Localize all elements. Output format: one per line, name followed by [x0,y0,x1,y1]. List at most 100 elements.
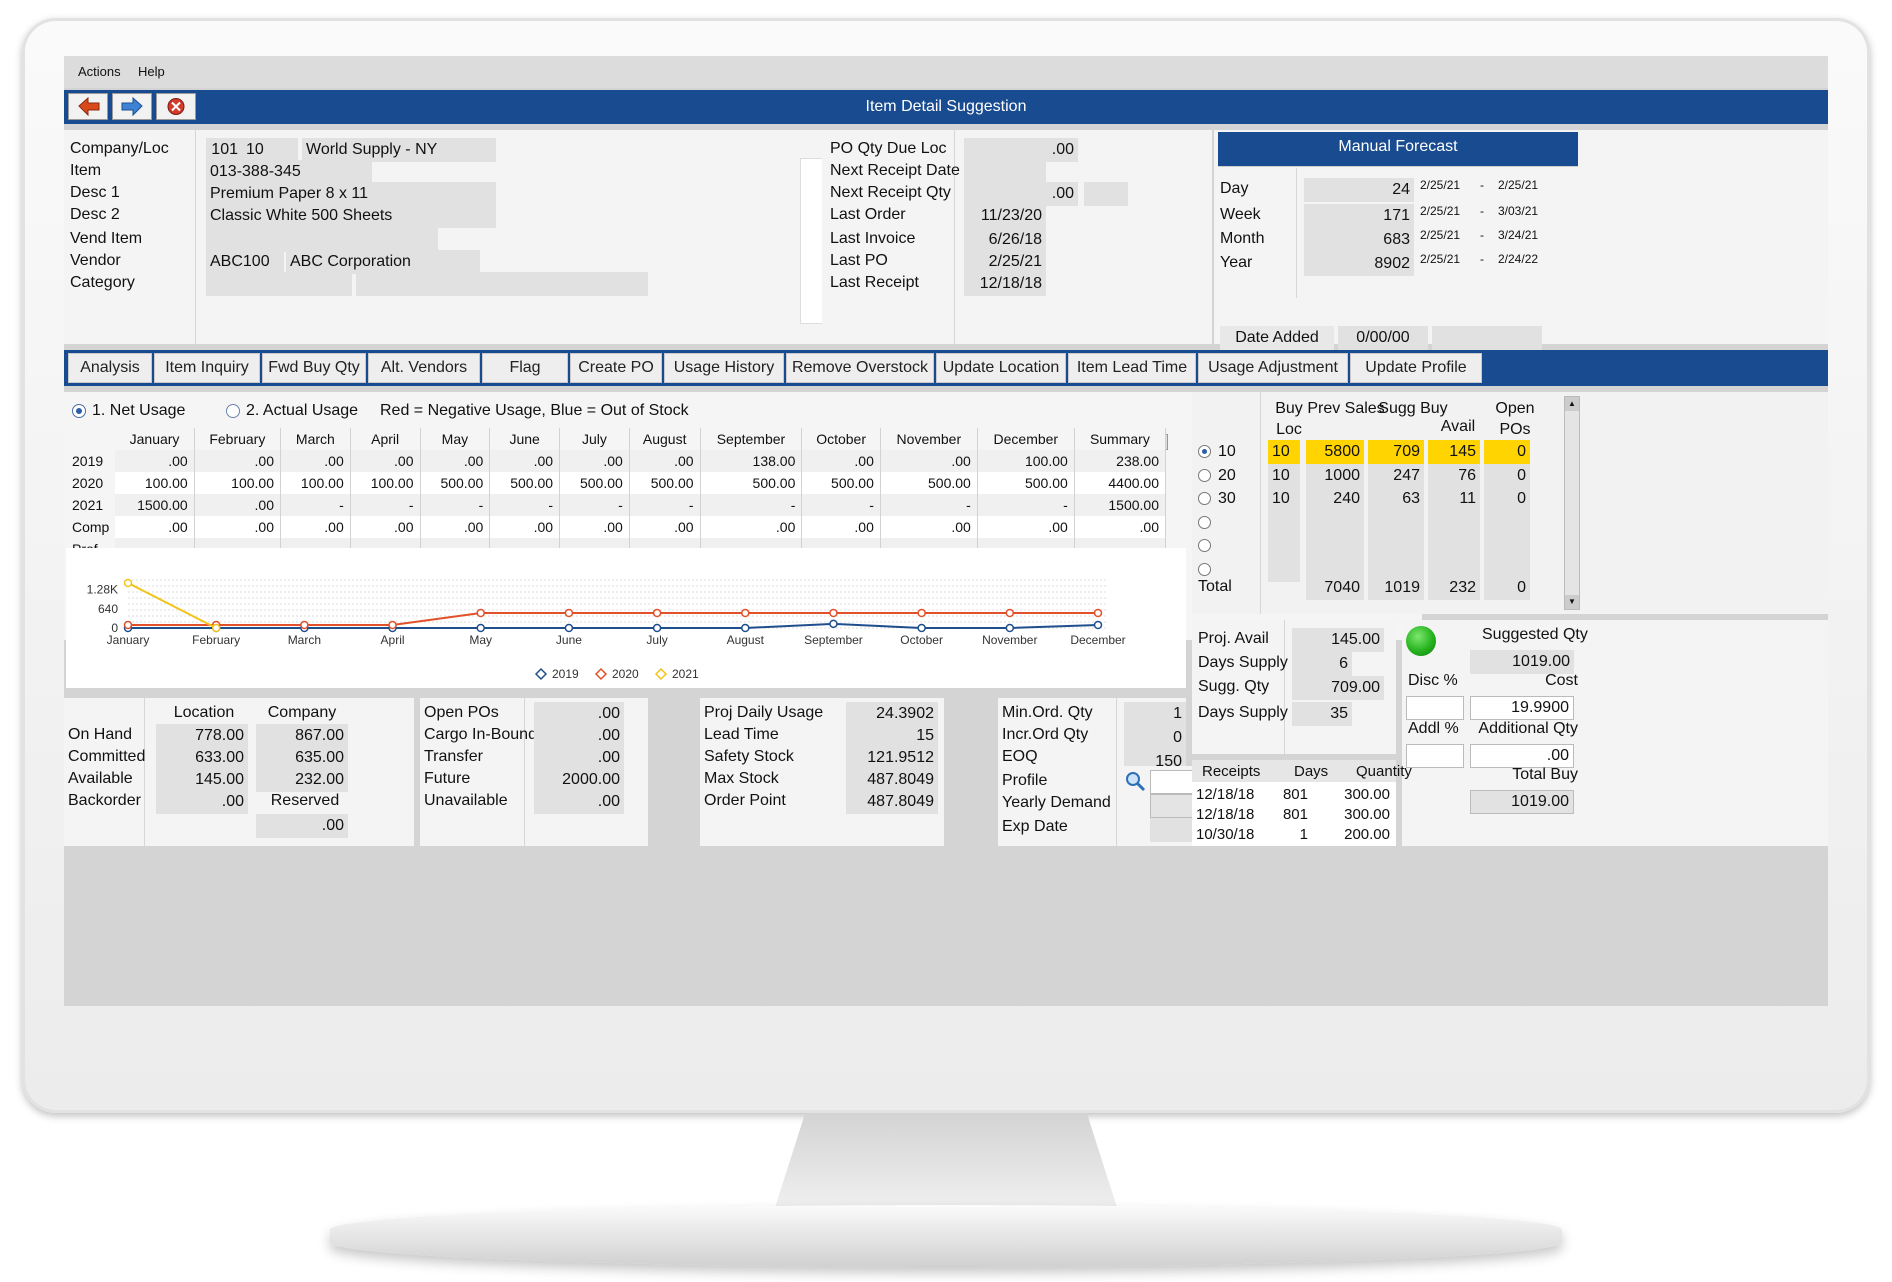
usage-cell[interactable]: - [880,494,978,516]
tab-create-po[interactable]: Create PO [570,353,662,383]
usage-cell[interactable]: .00 [1074,516,1167,538]
tab-item-lead-time[interactable]: Item Lead Time [1068,353,1196,383]
location-radio[interactable] [1198,468,1211,482]
usage-cell[interactable]: 500.00 [880,472,978,494]
usage-cell[interactable]: - [629,494,701,516]
usage-cell[interactable]: .00 [880,450,978,472]
usage-cell[interactable]: 1500.00 [115,494,195,516]
usage-cell[interactable]: .00 [489,450,561,472]
usage-cell[interactable]: .00 [559,516,630,538]
menu-actions[interactable]: Actions [78,64,121,79]
buy-loc-cell[interactable] [1268,557,1300,582]
sugg-buy-cell[interactable] [1368,534,1424,558]
usage-cell[interactable]: 500.00 [420,472,491,494]
usage-cell[interactable]: .00 [350,516,421,538]
category-code-field[interactable] [206,272,352,296]
usage-cell[interactable]: .00 [115,516,195,538]
location-radio[interactable] [1198,515,1211,529]
additional-qty-input[interactable]: .00 [1470,744,1574,768]
location-radio[interactable] [1198,539,1211,552]
location-radio[interactable] [1198,445,1211,458]
location-grid-scrollbar[interactable]: ▲ ▼ [1564,396,1580,610]
tab-fwd-buy-qty[interactable]: Fwd Buy Qty [262,353,366,383]
usage-cell[interactable]: .00 [629,516,701,538]
usage-cell[interactable]: .00 [420,516,491,538]
tab-usage-adjustment[interactable]: Usage Adjustment [1198,353,1348,383]
usage-cell[interactable]: .00 [115,450,195,472]
tab-analysis[interactable]: Analysis [68,353,152,383]
usage-cell[interactable]: - [801,494,881,516]
usage-cell[interactable]: 500.00 [801,472,881,494]
usage-cell[interactable]: .00 [629,450,701,472]
cost-input[interactable]: 19.9900 [1470,696,1574,720]
usage-cell[interactable]: .00 [194,516,281,538]
buy-loc-cell[interactable]: 10 [1268,487,1300,511]
usage-cell[interactable]: 100.00 [194,472,281,494]
usage-cell[interactable]: .00 [489,516,561,538]
location-radio[interactable] [1198,562,1211,576]
tab-update-location[interactable]: Update Location [936,353,1066,383]
usage-cell[interactable]: 500.00 [489,472,561,494]
usage-cell[interactable]: .00 [194,450,281,472]
disc-input[interactable] [1406,696,1464,720]
forecast-week-field[interactable]: 171 [1304,204,1414,228]
usage-cell[interactable]: 500.00 [559,472,630,494]
usage-cell[interactable]: .00 [420,450,491,472]
forecast-month-field[interactable]: 683 [1304,228,1414,252]
buy-loc-cell[interactable] [1268,510,1300,535]
usage-cell[interactable]: 100.00 [115,472,195,494]
scroll-up-icon[interactable]: ▲ [1565,397,1579,411]
usage-cell[interactable]: - [420,494,491,516]
usage-cell[interactable]: - [489,494,561,516]
tab-remove-overstock[interactable]: Remove Overstock [786,353,934,383]
usage-cell[interactable]: 138.00 [700,450,803,472]
buy-loc-cell[interactable]: 10 [1268,440,1300,464]
usage-cell[interactable]: .00 [194,494,281,516]
company-field[interactable]: 101 [206,138,242,162]
usage-cell[interactable]: .00 [700,516,803,538]
usage-cell[interactable]: .00 [280,516,351,538]
usage-cell[interactable]: 100.00 [280,472,351,494]
tab-alt-vendors[interactable]: Alt. Vendors [368,353,480,383]
sugg-buy-cell[interactable]: 247 [1368,463,1424,488]
tab-update-profile[interactable]: Update Profile [1350,353,1482,383]
vendor-code-field[interactable]: ABC100 [206,250,284,274]
usage-cell[interactable]: .00 [977,516,1075,538]
usage-cell[interactable]: - [280,494,351,516]
usage-cell[interactable]: 238.00 [1074,450,1167,472]
usage-cell[interactable]: .00 [801,450,881,472]
sugg-buy-cell[interactable]: 709 [1368,440,1424,464]
menu-help[interactable]: Help [138,64,165,79]
usage-cell[interactable]: 100.00 [977,450,1075,472]
forecast-day-field[interactable]: 24 [1304,178,1414,202]
vend-item-field[interactable] [206,228,438,252]
back-button[interactable] [68,93,108,120]
usage-cell[interactable]: .00 [880,516,978,538]
usage-cell[interactable]: .00 [350,450,421,472]
tab-usage-history[interactable]: Usage History [664,353,784,383]
actual-usage-radio[interactable] [226,404,240,418]
buy-loc-cell[interactable]: 10 [1268,463,1300,488]
search-icon[interactable] [1124,770,1146,792]
usage-cell[interactable]: .00 [559,450,630,472]
sugg-buy-cell[interactable] [1368,510,1424,535]
forward-button[interactable] [112,93,152,120]
tab-flag[interactable]: Flag [482,353,568,383]
forecast-year-field[interactable]: 8902 [1304,252,1414,276]
buy-loc-cell[interactable] [1268,534,1300,558]
usage-cell[interactable]: .00 [280,450,351,472]
usage-cell[interactable]: - [977,494,1075,516]
usage-cell[interactable]: 500.00 [700,472,803,494]
usage-cell[interactable]: .00 [801,516,881,538]
usage-cell[interactable]: - [700,494,803,516]
usage-cell[interactable]: 500.00 [977,472,1075,494]
usage-cell[interactable]: - [559,494,630,516]
close-button[interactable] [156,93,196,120]
location-radio[interactable] [1198,492,1211,505]
loc-field[interactable]: 10 [242,138,298,162]
usage-cell[interactable]: 1500.00 [1074,494,1167,516]
usage-cell[interactable]: 500.00 [629,472,701,494]
usage-cell[interactable]: 4400.00 [1074,472,1167,494]
item-field[interactable]: 013-388-345 [206,160,372,184]
net-usage-radio[interactable] [72,404,86,418]
